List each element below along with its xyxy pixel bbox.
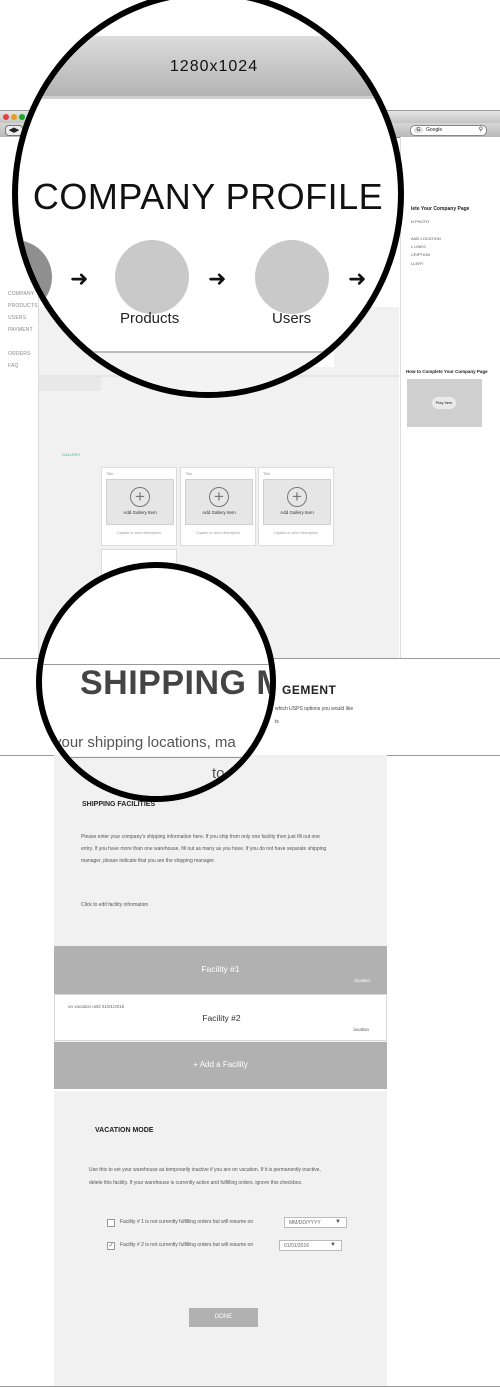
facility-name: Facility #2 [202,1013,241,1023]
resolution-label: 1280x1024 [169,58,259,75]
panel-strip [42,756,270,796]
vacation-row-text: Facility # 1 is not currently fulfilling… [120,1219,254,1225]
arrow-right-icon: ➜ [208,266,227,291]
add-circle-icon[interactable]: + [287,487,307,507]
vacation-checkbox-2[interactable]: ✓ [107,1242,115,1250]
facility-location: location [354,978,370,983]
resume-date-value: MM/DD/YYYY [289,1220,321,1226]
minimize-window-icon[interactable] [11,114,17,120]
dropdown-arrow-icon: ▼ [330,1242,336,1248]
gallery-card[interactable]: Title + Add Gallery Item Caption or shor… [101,467,177,546]
add-circle-icon[interactable]: + [209,487,229,507]
content-strip [18,351,398,392]
search-engine-label: Google [426,127,443,133]
gallery-placeholder: + Add Gallery Item [106,479,174,525]
vacation-checkbox-1[interactable] [107,1219,115,1227]
right-panel: lete Your Company Page N PHOTO AND LOCAT… [400,137,500,659]
google-icon: G [414,127,423,133]
zoom-window-icon[interactable] [19,114,25,120]
add-gallery-item-label[interactable]: Add Gallery Item [264,510,330,515]
resume-date-select-1[interactable]: MM/DD/YYYY ▼ [284,1217,347,1228]
shipping-subtitle-zoom: your shipping locations, ma [54,734,236,751]
resolution-bar: 1280x1024 [18,36,398,98]
dropdown-arrow-icon: ▼ [335,1219,341,1225]
edit-facility-hint: Click to edit facility information [81,902,149,908]
gallery-caption: Caption or short description [274,531,318,535]
gallery-card[interactable]: Title + Add Gallery Item Caption or shor… [180,467,256,546]
add-gallery-item-label[interactable]: Add Gallery Item [186,510,252,515]
magnifier-company-profile: 1280x1024 COMPANY PROFILE ➜ ➜ ➜ Products… [12,0,404,398]
gallery-placeholder: + Add Gallery Item [263,479,331,525]
vacation-row-text: Facility # 2 is not currently fulfilling… [120,1242,254,1248]
gallery-placeholder: + Add Gallery Item [185,479,253,525]
shipping-instructions: Please enter your company's shipping inf… [81,834,320,840]
play-button[interactable]: Play Item [432,397,456,409]
gallery-card[interactable]: Title + Add Gallery Item Caption or shor… [258,467,334,546]
shipping-subtitle-zoom-2: to [212,765,225,782]
search-icon: ⚲ [478,127,483,133]
checklist-item[interactable]: AND LOCATION [411,236,441,241]
close-window-icon[interactable] [3,114,9,120]
vacation-instructions: Use this to set your warehouse as tempor… [89,1167,321,1173]
add-gallery-item-label[interactable]: Add Gallery Item [107,510,173,515]
gallery-card-title: Title [185,471,193,476]
gallery-card-title: Title [263,471,271,476]
divider [54,1089,387,1091]
how-to-title: How to Complete Your Company Page [406,369,488,374]
vacation-instructions: delete this facility. If your warehouse … [89,1180,303,1186]
step-users-circle[interactable] [255,240,329,314]
divider [18,96,398,99]
banner-title-partial: GEMENT [282,683,337,697]
add-facility-label: + Add a Facility [193,1060,248,1069]
step-users-label: Users [272,310,312,327]
arrow-right-icon: ➜ [348,266,367,291]
facility-row-1[interactable]: Facility #1 location [54,946,387,994]
shipping-form-panel: SHIPPING FACILITIES Please enter your co… [54,755,387,1387]
shipping-facilities-title: SHIPPING FACILITIES [82,801,156,808]
gallery-caption: Caption or short description [117,531,161,535]
add-circle-icon[interactable]: + [130,487,150,507]
gallery-caption: Caption or short description [196,531,240,535]
step-products-label: Products [120,310,180,327]
facility-row-2[interactable]: on vacation until 01/01/2016 Facility #2… [54,994,387,1041]
checklist-item[interactable]: CRIPTION [411,252,430,257]
resume-date-select-2[interactable]: 01/01/2016 ▼ [279,1240,342,1251]
step-company-circle[interactable] [18,240,52,314]
shipping-instructions: manager, please indicate that you are th… [81,858,215,864]
add-facility-button[interactable]: + Add a Facility [54,1042,387,1089]
banner-subtitle-line: ts [275,719,279,725]
checklist-item[interactable]: L LINKS [411,244,426,249]
resume-date-value: 01/01/2016 [284,1243,310,1249]
vacation-mode-title: VACATION MODE [95,1127,154,1134]
nav-item-users[interactable]: USERS [8,315,26,321]
done-label: DONE [214,1314,233,1320]
video-player[interactable]: Play Item [407,379,482,427]
divider [42,757,270,758]
gallery-card-title: Title [106,471,114,476]
gallery-label: GALLERY [62,452,81,457]
checklist-item[interactable]: N PHOTO [411,219,429,224]
checklist-title: lete Your Company Page [411,206,470,212]
browser-search-box[interactable]: G Google ⚲ [410,125,487,136]
facility-location: location [353,1027,369,1032]
step-products-circle[interactable] [115,240,189,314]
checklist-item[interactable]: LLERY [411,261,424,266]
done-button[interactable]: DONE [189,1308,258,1327]
nav-item-payment[interactable]: PAYMENT [8,327,33,333]
vacation-status: on vacation until 01/01/2016 [68,1004,125,1009]
arrow-right-icon: ➜ [70,266,89,291]
banner-subtitle-line: which USPS options you would like [275,706,354,712]
facility-name: Facility #1 [201,964,240,974]
shipping-title-zoom: SHIPPING M [80,664,276,702]
shipping-instructions: entry. If you have more than one warehou… [81,846,327,852]
magnifier-shipping: SHIPPING M your shipping locations, ma t… [36,562,276,802]
page-title: COMPANY PROFILE [32,176,384,217]
